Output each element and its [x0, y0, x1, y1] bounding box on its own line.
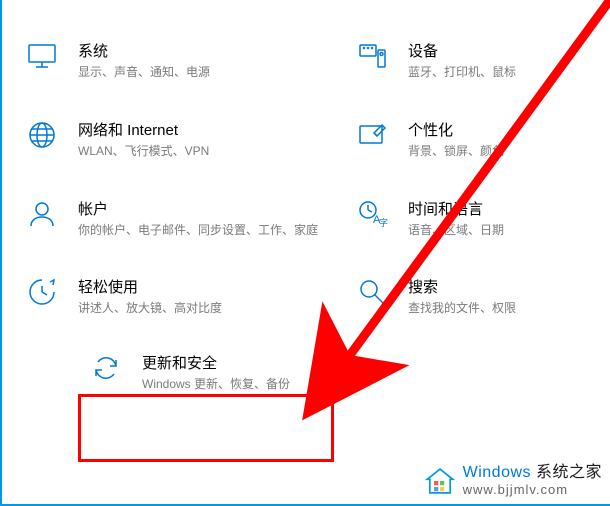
settings-item-devices[interactable]: 设备 蓝牙、打印机、鼠标: [332, 20, 610, 99]
system-desc: 显示、声音、通知、电源: [78, 64, 210, 81]
personalization-title: 个性化: [408, 119, 504, 140]
network-title: 网络和 Internet: [78, 119, 209, 140]
settings-item-accounts[interactable]: 帐户 你的帐户、电子邮件、同步设置、工作、家庭: [2, 178, 332, 257]
update-security-desc: Windows 更新、恢复、备份: [142, 376, 290, 393]
ease-of-access-icon: [24, 274, 60, 310]
search-icon: [354, 274, 390, 310]
settings-item-search[interactable]: 搜索 查找我的文件、权限: [332, 256, 610, 335]
accounts-desc: 你的帐户、电子邮件、同步设置、工作、家庭: [78, 222, 318, 239]
network-icon: [24, 117, 60, 153]
ease-of-access-desc: 讲述人、放大镜、高对比度: [78, 300, 222, 317]
network-desc: WLAN、飞行模式、VPN: [78, 143, 209, 160]
search-desc: 查找我的文件、权限: [408, 300, 516, 317]
watermark-house-icon: [423, 464, 457, 498]
svg-text:字: 字: [379, 217, 388, 228]
search-title: 搜索: [408, 276, 516, 297]
watermark-title: Windows 系统之家: [463, 463, 602, 482]
time-language-title: 时间和语言: [408, 198, 504, 219]
settings-grid: 系统 显示、声音、通知、电源 设备 蓝牙、打印机、鼠标 网络和 Internet…: [2, 0, 610, 408]
watermark: Windows 系统之家 www.bjjmlv.com: [423, 463, 602, 498]
settings-item-personalization[interactable]: 个性化 背景、锁屏、颜色: [332, 99, 610, 178]
ease-of-access-title: 轻松使用: [78, 276, 222, 297]
accounts-icon: [24, 196, 60, 232]
accounts-title: 帐户: [78, 198, 318, 219]
time-language-icon: A字: [354, 196, 390, 232]
settings-item-ease-of-access[interactable]: 轻松使用 讲述人、放大镜、高对比度: [2, 256, 332, 335]
settings-item-update-security[interactable]: 更新和安全 Windows 更新、恢复、备份: [2, 335, 332, 408]
watermark-url: www.bjjmlv.com: [463, 482, 602, 498]
settings-item-network[interactable]: 网络和 Internet WLAN、飞行模式、VPN: [2, 99, 332, 178]
system-title: 系统: [78, 40, 210, 61]
settings-item-time-language[interactable]: A字 时间和语言 语音、区域、日期: [332, 178, 610, 257]
devices-icon: [354, 38, 390, 74]
personalization-desc: 背景、锁屏、颜色: [408, 143, 504, 160]
update-security-icon: [88, 350, 124, 386]
system-icon: [24, 38, 60, 74]
update-security-title: 更新和安全: [142, 352, 290, 373]
devices-desc: 蓝牙、打印机、鼠标: [408, 64, 516, 81]
personalization-icon: [354, 117, 390, 153]
settings-item-system[interactable]: 系统 显示、声音、通知、电源: [2, 20, 332, 99]
time-language-desc: 语音、区域、日期: [408, 222, 504, 239]
devices-title: 设备: [408, 40, 516, 61]
